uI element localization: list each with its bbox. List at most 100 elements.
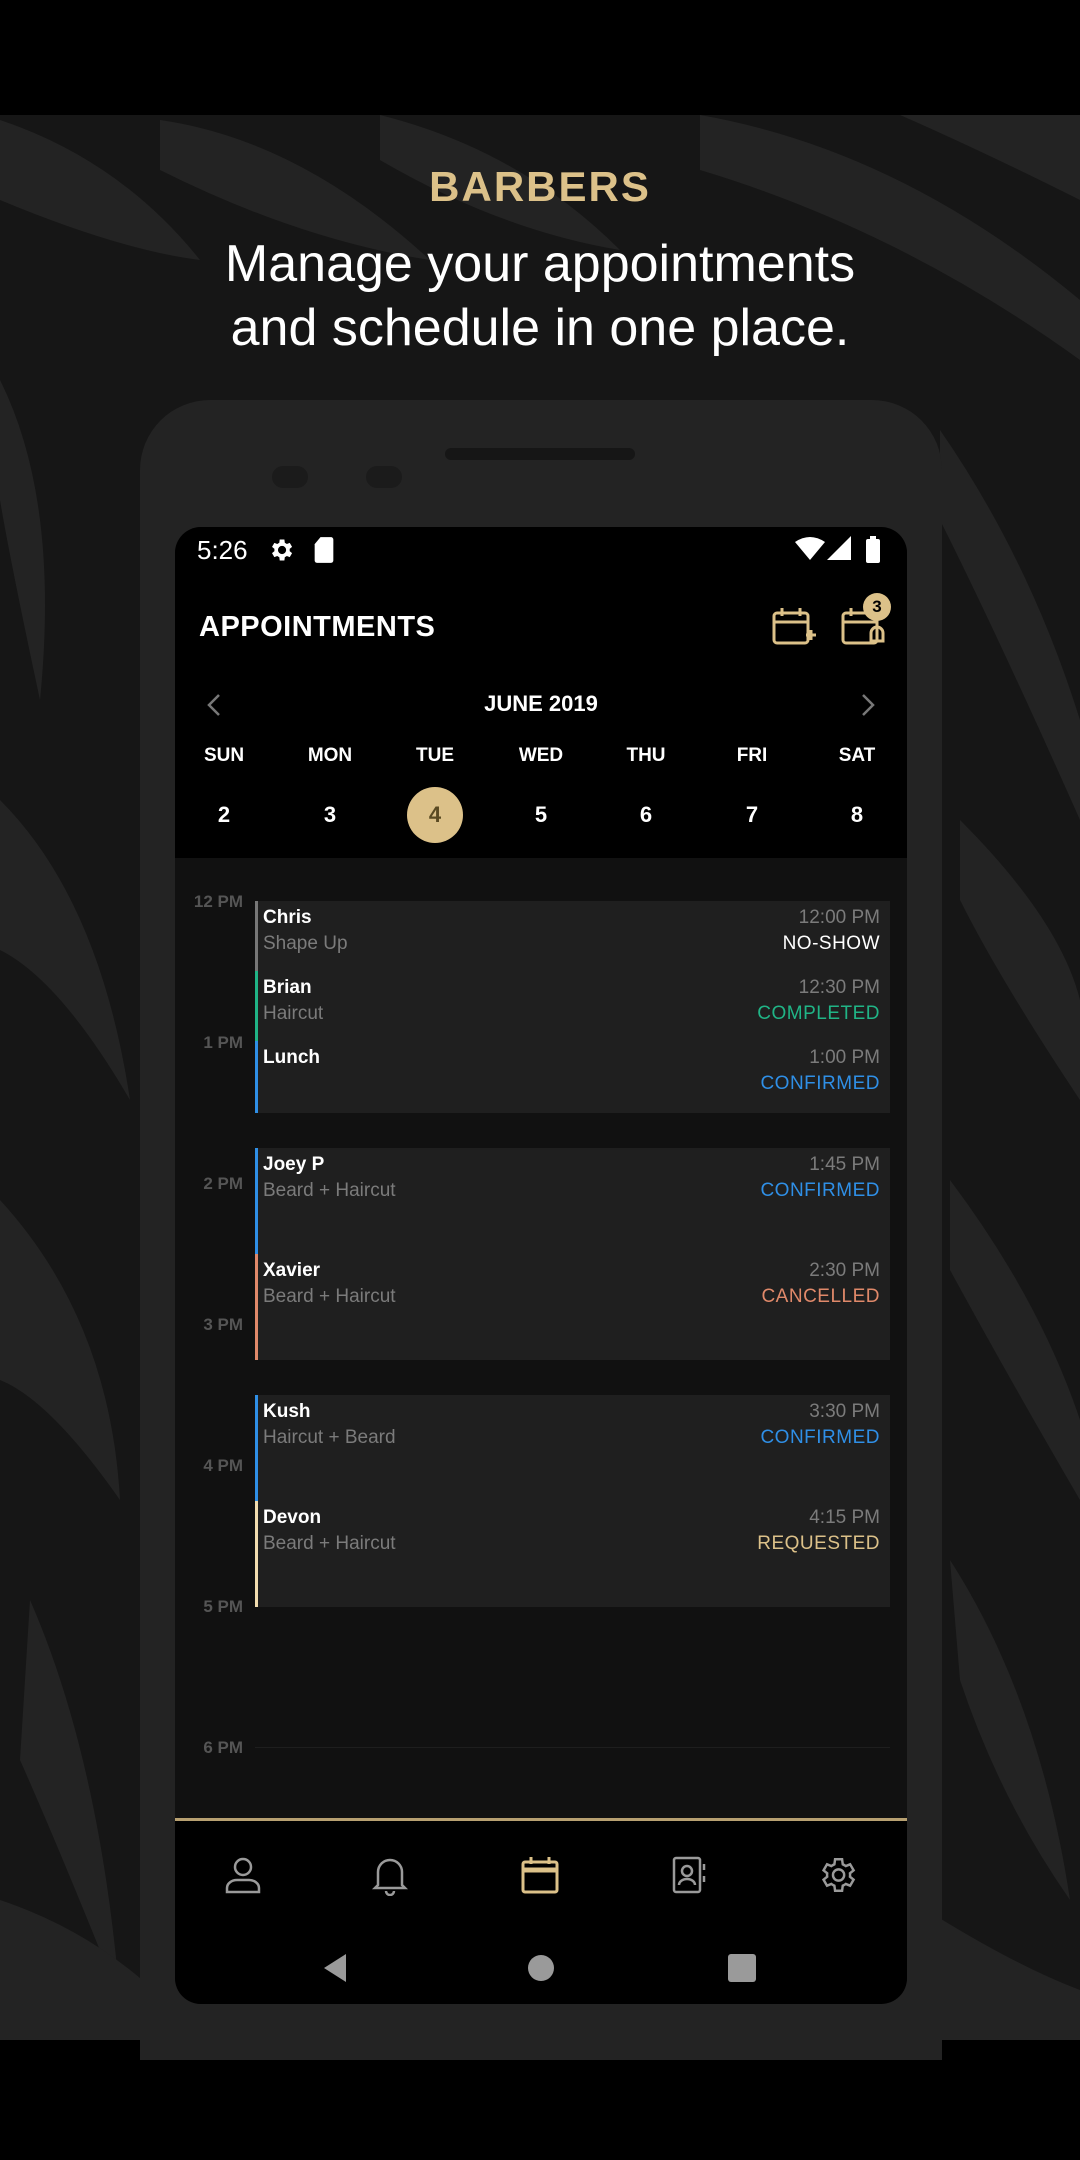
status-bar-indicator xyxy=(255,901,258,971)
month-label: JUNE 2019 xyxy=(484,691,598,716)
status-bar-indicator xyxy=(255,1395,258,1501)
hour-label: 4 PM xyxy=(203,1456,243,1475)
system-home-button[interactable] xyxy=(521,1948,561,1988)
day-4-selected[interactable]: 4 xyxy=(407,787,463,843)
system-recents-button[interactable] xyxy=(722,1948,762,1988)
hour-label: 1 PM xyxy=(203,1033,243,1052)
bell-icon xyxy=(371,1858,409,1896)
hour-label: 3 PM xyxy=(203,1315,243,1334)
system-back-button[interactable] xyxy=(315,1948,355,1988)
hour-label: 2 PM xyxy=(203,1174,243,1193)
status-label: COMPLETED xyxy=(757,1003,880,1024)
phone-speaker xyxy=(445,448,635,460)
phone-screen: 5:26 APPOINTMENTS 3 JUNE 2019 SUN MON TU… xyxy=(175,527,907,2004)
settings-icon xyxy=(821,1858,856,1892)
appointment-time: 3:30 PM xyxy=(809,1401,880,1422)
appointment-time: 1:45 PM xyxy=(809,1154,880,1175)
weekday-label: THU xyxy=(626,745,666,766)
status-label: CONFIRMED xyxy=(760,1073,880,1094)
weekday-label: MON xyxy=(307,745,353,766)
status-label: CONFIRMED xyxy=(760,1180,880,1201)
nav-notifications[interactable] xyxy=(358,1843,422,1907)
wifi-icon xyxy=(795,537,825,560)
day-5[interactable]: 5 xyxy=(513,787,569,843)
status-label: NO-SHOW xyxy=(782,933,880,954)
weekday-label: FRI xyxy=(736,745,768,766)
status-bar-indicator xyxy=(255,1148,258,1254)
hour-label: 12 PM xyxy=(193,892,243,911)
appointment-time: 1:00 PM xyxy=(809,1047,880,1068)
weekday-header: SUN MON TUE WED THU FRI SAT xyxy=(175,745,907,775)
profile-icon xyxy=(225,1857,261,1894)
home-icon xyxy=(528,1955,554,1981)
service-name: Beard + Haircut xyxy=(263,1533,396,1554)
status-bar-indicator xyxy=(255,971,258,1041)
schedule-timeline: 12 PM 1 PM 2 PM 3 PM 4 PM 5 PM 6 PM Chri… xyxy=(175,858,907,1818)
gear-icon xyxy=(272,539,293,561)
nav-contacts[interactable] xyxy=(657,1843,721,1907)
status-bar-indicator xyxy=(255,1041,258,1113)
page-title: APPOINTMENTS xyxy=(199,611,436,643)
status-label: REQUESTED xyxy=(757,1533,880,1554)
nav-profile[interactable] xyxy=(211,1843,275,1907)
month-selector: JUNE 2019 xyxy=(175,685,907,729)
sd-card-icon xyxy=(314,537,334,563)
service-name: Beard + Haircut xyxy=(263,1286,396,1307)
service-name: Beard + Haircut xyxy=(263,1180,396,1201)
status-time: 5:26 xyxy=(197,535,248,565)
appointment-item[interactable]: Joey P Beard + Haircut 1:45 PM CONFIRMED xyxy=(255,1148,890,1254)
appointment-item[interactable]: Lunch 1:00 PM CONFIRMED xyxy=(255,1041,890,1113)
appointment-item[interactable]: Chris Shape Up 12:00 PM NO-SHOW xyxy=(255,901,890,971)
client-name: Joey P xyxy=(263,1154,325,1175)
status-bar-indicator xyxy=(255,1501,258,1607)
status-label: CONFIRMED xyxy=(760,1427,880,1448)
battery-icon xyxy=(866,536,880,563)
appointment-item[interactable]: Kush Haircut + Beard 3:30 PM CONFIRMED xyxy=(255,1395,890,1501)
weekday-label: TUE xyxy=(416,745,454,766)
client-name: Brian xyxy=(263,977,312,998)
nav-settings[interactable] xyxy=(805,1843,869,1907)
day-8[interactable]: 8 xyxy=(829,787,885,843)
promo-tagline: Manage your appointments and schedule in… xyxy=(0,232,1080,360)
add-appointment-button[interactable] xyxy=(769,603,817,651)
weekday-label: SAT xyxy=(838,745,876,766)
status-bar: 5:26 xyxy=(175,527,907,573)
week-days: 2 3 4 5 6 7 8 xyxy=(175,787,907,847)
appointment-time: 4:15 PM xyxy=(809,1507,880,1528)
client-name: Lunch xyxy=(263,1047,320,1068)
back-icon xyxy=(324,1954,346,1982)
day-2[interactable]: 2 xyxy=(196,787,252,843)
hour-gridline xyxy=(255,1747,890,1748)
calendar-icon xyxy=(521,1857,559,1894)
client-name: Chris xyxy=(263,907,312,928)
contacts-icon xyxy=(672,1856,706,1894)
service-name: Haircut xyxy=(263,1003,324,1024)
service-name: Haircut + Beard xyxy=(263,1427,396,1448)
nav-calendar[interactable] xyxy=(508,1843,572,1907)
service-name: Shape Up xyxy=(263,933,348,954)
day-3[interactable]: 3 xyxy=(302,787,358,843)
client-name: Devon xyxy=(263,1507,322,1528)
promo-brand: BARBERS xyxy=(429,163,651,210)
phone-camera xyxy=(366,466,402,488)
appointment-item[interactable]: Brian Haircut 12:30 PM COMPLETED xyxy=(255,971,890,1041)
hour-label: 5 PM xyxy=(203,1597,243,1616)
system-navigation xyxy=(175,1928,907,2004)
tagline-line-1: Manage your appointments xyxy=(224,235,856,293)
appointment-item[interactable]: Devon Beard + Haircut 4:15 PM REQUESTED xyxy=(255,1501,890,1607)
tagline-line-2: and schedule in one place. xyxy=(230,299,850,357)
appointment-time: 12:30 PM xyxy=(798,977,880,998)
day-6[interactable]: 6 xyxy=(618,787,674,843)
appointment-time: 2:30 PM xyxy=(809,1260,880,1281)
weekday-label: WED xyxy=(518,745,564,766)
calendar-add-icon xyxy=(772,608,816,645)
bottom-navigation xyxy=(175,1818,907,1928)
appointment-item[interactable]: Xavier Beard + Haircut 2:30 PM CANCELLED xyxy=(255,1254,890,1360)
status-label: CANCELLED xyxy=(761,1286,880,1307)
chevron-right-icon[interactable] xyxy=(849,687,885,723)
requests-badge: 3 xyxy=(863,593,891,621)
status-bar-indicator xyxy=(255,1254,258,1360)
weekday-label: SUN xyxy=(203,745,245,766)
day-7[interactable]: 7 xyxy=(724,787,780,843)
recents-icon xyxy=(728,1954,756,1982)
